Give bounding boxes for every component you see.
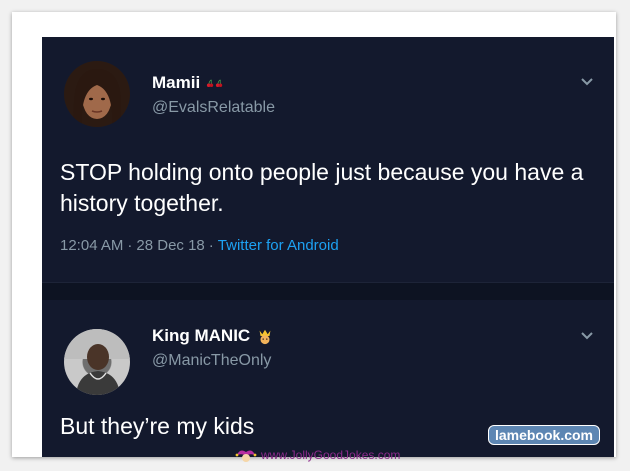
crowned-face-icon [256, 327, 274, 345]
image-frame: Mamii @EvalsRelatable STOP holding onto … [12, 12, 616, 457]
avatar[interactable] [64, 329, 130, 395]
jester-logo-icon [235, 447, 257, 463]
avatar[interactable] [64, 61, 130, 127]
tweet-original[interactable]: Mamii @EvalsRelatable STOP holding onto … [42, 37, 614, 282]
display-name-row[interactable]: King MANIC [152, 326, 274, 346]
tweet-time[interactable]: 12:04 AM [60, 237, 123, 254]
chevron-down-icon[interactable] [580, 329, 594, 343]
jollygoodjokes-watermark: www.JollyGoodJokes.com [235, 447, 400, 463]
tweet-thread: Mamii @EvalsRelatable STOP holding onto … [42, 37, 614, 457]
display-name-row[interactable]: Mamii [152, 73, 224, 93]
user-handle[interactable]: @ManicTheOnly [152, 352, 271, 370]
user-handle[interactable]: @EvalsRelatable [152, 99, 275, 117]
display-name[interactable]: King MANIC [152, 326, 250, 346]
chevron-down-icon[interactable] [580, 75, 594, 89]
thread-divider [42, 282, 614, 300]
tweet-text: STOP holding onto people just because yo… [60, 159, 584, 216]
cherries-icon [206, 74, 224, 92]
tweet-meta: 12:04 AM · 28 Dec 18 · Twitter for Andro… [60, 237, 339, 254]
meta-separator: · [127, 237, 133, 254]
jollygoodjokes-text: www.JollyGoodJokes.com [261, 448, 401, 462]
tweet-reply[interactable]: King MANIC @ManicTheOnly But they’re my … [42, 299, 614, 457]
tweet-source[interactable]: Twitter for Android [218, 237, 339, 254]
lamebook-watermark: lamebook.com [487, 425, 600, 445]
tweet-date[interactable]: 28 Dec 18 [136, 237, 204, 254]
meta-separator: · [208, 237, 214, 254]
display-name[interactable]: Mamii [152, 73, 200, 93]
